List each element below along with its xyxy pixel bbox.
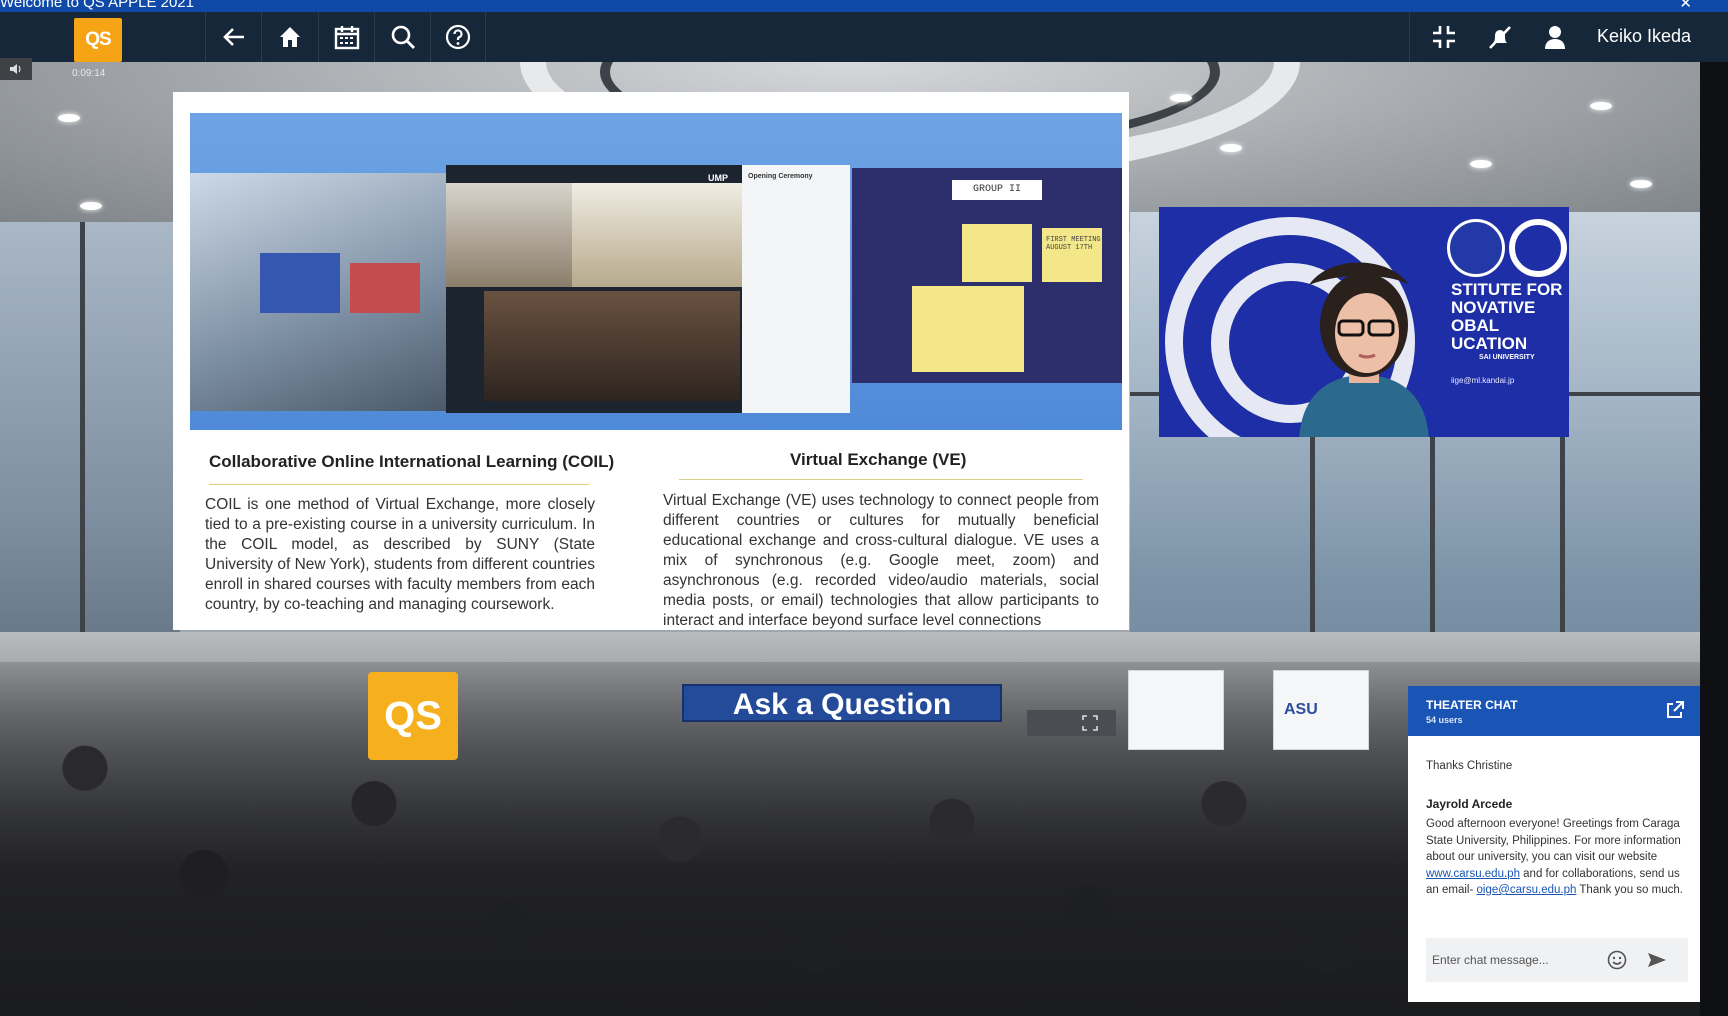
slide-divider [679,479,1083,480]
chat-title: THEATER CHAT [1426,698,1518,712]
collapse-icon [1433,26,1455,48]
send-icon[interactable] [1646,949,1668,971]
institute-line: UCATION [1451,334,1528,353]
chat-message-text: Thank you so much. [1576,884,1683,896]
qs-logo-cube: QS [368,672,458,760]
chat-link-email[interactable]: oige@carsu.edu.ph [1477,884,1577,896]
search-icon [391,25,415,49]
ceiling-light [80,202,102,210]
video-institute-title: STITUTE FOR NOVATIVE OBAL UCATION [1451,281,1562,353]
slide-photo-collage: Opening Ceremony UMP GROUP II FIRST MEET… [190,113,1122,430]
help-button[interactable] [430,12,486,62]
back-button[interactable] [205,12,261,62]
ceiling-light [1220,144,1242,152]
chat-message-author: Jayrold Arcede [1426,797,1513,811]
photo-speaker [484,291,740,401]
calendar-button[interactable] [318,12,374,62]
slide-right-text: Virtual Exchange (VE) uses technology to… [663,492,1099,629]
slide-left-heading: Collaborative Online International Learn… [209,452,615,471]
slide-left-text: COIL is one method of Virtual Exchange, … [205,496,595,613]
presentation-slide: Opening Ceremony UMP GROUP II FIRST MEET… [173,92,1129,630]
fullscreen-button[interactable] [1027,710,1116,736]
sticky-note [912,286,1024,372]
photo-video-call: Opening Ceremony UMP [446,165,850,413]
photo-participants [572,183,742,287]
photo-map-screen [260,253,340,313]
sponsor-cube [1128,670,1224,750]
close-icon[interactable]: ✕ [1679,0,1692,12]
window-title: Welcome to QS APPLE 2021 [0,0,194,11]
institute-line: STITUTE FOR [1451,280,1563,299]
photo-feed-title: Opening Ceremony [748,173,813,180]
playback-time: 0:09:14 [72,68,106,79]
speaker-icon [10,64,21,74]
ceiling-light [1470,160,1492,168]
calendar-icon [334,26,359,50]
speaker-person [1299,262,1429,437]
back-arrow-icon [222,28,244,46]
user-icon [1545,26,1565,49]
popout-icon[interactable] [1664,699,1686,721]
chat-header: THEATER CHAT 54 users [1408,686,1700,736]
photo-group-label: GROUP II [952,180,1042,200]
emoji-icon[interactable] [1606,949,1628,971]
university-seal-icon [1447,219,1505,277]
ceiling-light [1590,102,1612,110]
window-title-bar: Welcome to QS APPLE 2021 ✕ [0,0,1728,12]
chat-input-area [1426,938,1688,982]
video-university: SAI UNIVERSITY [1479,354,1535,361]
mute-notifications-icon [1489,26,1511,49]
window-mullion [80,222,85,702]
photo-ump-label: UMP [708,173,728,183]
ceiling-light [1170,94,1192,102]
chat-message: Thanks Christine [1426,760,1513,772]
photo-board: GROUP II FIRST MEETING AUGUST 17TH [852,168,1122,383]
speaker-video: STITUTE FOR NOVATIVE OBAL UCATION SAI UN… [1159,207,1569,437]
slide-divider [209,484,589,485]
home-button[interactable] [261,12,317,62]
institute-line: NOVATIVE [1451,298,1536,317]
username[interactable]: Keiko Ikeda [1597,26,1691,47]
video-email: iige@ml.kandai.jp [1451,376,1515,385]
right-edge-bar [1700,62,1728,1016]
help-icon [445,24,471,50]
collapse-button[interactable] [1416,12,1472,62]
chat-message-text: Good afternoon everyone! Greetings from … [1426,818,1681,863]
photo-participants [446,183,572,287]
ask-a-question-button[interactable]: Ask a Question [682,684,1002,722]
user-profile-button[interactable] [1527,12,1583,62]
chat-message: Good afternoon everyone! Greetings from … [1426,816,1688,899]
photo-classroom [190,173,446,411]
chat-link-website[interactable]: www.carsu.edu.ph [1426,868,1520,880]
search-button[interactable] [374,12,430,62]
sponsor-cube: ASU [1273,670,1369,750]
slide-right-heading: Virtual Exchange (VE) [790,450,967,469]
chat-message-input[interactable] [1432,946,1592,974]
top-navigation-bar: QS Keiko Ikeda [0,12,1728,62]
photo-map-screen [350,263,420,313]
ceiling-light [1630,180,1652,188]
institute-line: OBAL [1451,316,1500,335]
chat-user-count: 54 users [1426,715,1463,725]
institute-logo-icon [1509,219,1567,277]
sponsor-cube-label: ASU [1284,701,1318,718]
photo-social-feed: Opening Ceremony [742,165,850,413]
sticky-note [962,224,1032,282]
theater-chat-panel: THEATER CHAT 54 users Thanks Christine J… [1408,686,1700,1002]
qs-logo[interactable]: QS [74,18,122,62]
photo-meeting-label: FIRST MEETING AUGUST 17TH [1046,236,1101,252]
sticky-note: FIRST MEETING AUGUST 17TH [1042,228,1102,282]
volume-button[interactable] [0,58,32,80]
fullscreen-icon [1082,715,1098,731]
ceiling-light [58,114,80,122]
mute-notifications-button[interactable] [1472,12,1528,62]
home-icon [279,27,300,47]
nav-divider [1409,12,1410,62]
